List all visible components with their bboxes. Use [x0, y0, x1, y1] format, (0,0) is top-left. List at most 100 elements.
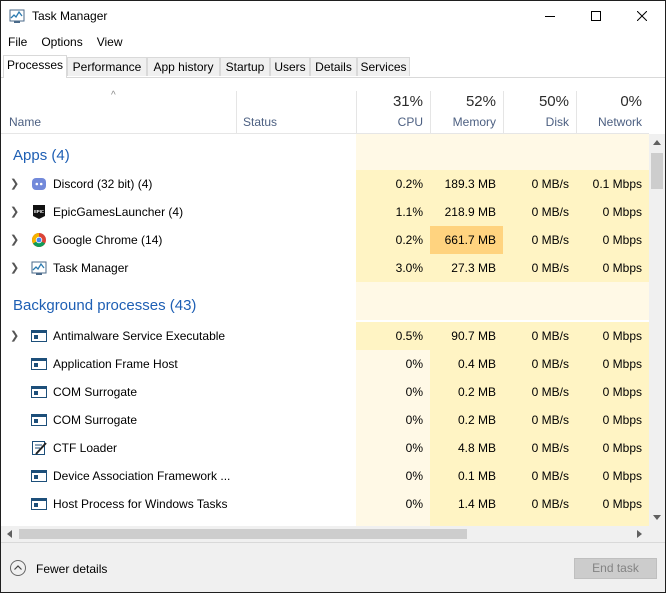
collapse-chevron-icon[interactable]	[10, 560, 26, 576]
cell-spacer	[430, 142, 503, 170]
service-window-icon	[31, 330, 47, 342]
process-row[interactable]: ❯ Antimalware Service Executable 0.5% 90…	[1, 322, 649, 350]
title-bar[interactable]: Task Manager	[1, 1, 665, 31]
column-cpu-header[interactable]: CPU	[398, 115, 423, 129]
vertical-scrollbar[interactable]	[649, 134, 665, 526]
scroll-down-icon[interactable]	[653, 515, 661, 521]
epic-games-icon: EPIC	[33, 205, 45, 219]
group-header-apps[interactable]: Apps (4)	[1, 142, 649, 170]
expand-chevron-icon[interactable]: ❯	[10, 170, 19, 198]
column-status-header[interactable]: Status	[243, 115, 277, 129]
network-total-percent[interactable]: 0%	[620, 93, 642, 110]
scroll-up-icon[interactable]	[653, 139, 661, 145]
process-name: Task Manager	[53, 261, 129, 275]
column-disk-header[interactable]: Disk	[546, 115, 569, 129]
process-name: Google Chrome (14)	[53, 233, 163, 247]
menu-view[interactable]: View	[90, 32, 130, 52]
network-value: 0 Mbps	[576, 254, 649, 282]
network-value: 0 Mbps	[576, 406, 649, 434]
column-divider[interactable]	[576, 91, 577, 133]
disk-total-percent[interactable]: 50%	[539, 93, 569, 110]
column-divider[interactable]	[503, 91, 504, 133]
tab-details[interactable]: Details	[310, 57, 357, 76]
scroll-left-icon[interactable]	[6, 530, 12, 538]
memory-value: 0.4 MB	[430, 350, 503, 378]
service-window-icon	[31, 414, 47, 426]
menu-bar: File Options View	[1, 32, 130, 52]
process-row[interactable]: Application Frame Host 0% 0.4 MB 0 MB/s …	[1, 350, 649, 378]
scroll-right-icon[interactable]	[637, 530, 643, 538]
cell-spacer	[430, 292, 503, 320]
tab-performance[interactable]: Performance	[67, 57, 147, 76]
expand-chevron-icon[interactable]: ❯	[10, 226, 19, 254]
close-button[interactable]	[619, 1, 665, 31]
disk-value: 0 MB/s	[503, 350, 576, 378]
column-memory-header[interactable]: Memory	[453, 115, 496, 129]
memory-value: 661.7 MB	[430, 226, 503, 254]
expand-chevron-icon[interactable]: ❯	[10, 322, 19, 350]
expand-chevron-icon[interactable]: ❯	[10, 254, 19, 282]
process-row[interactable]: COM Surrogate 0% 0.2 MB 0 MB/s 0 Mbps	[1, 406, 649, 434]
memory-value: 0.2 MB	[430, 406, 503, 434]
minimize-button[interactable]	[527, 1, 573, 31]
process-row[interactable]: ❯ Discord (32 bit) (4) 0.2% 189.3 MB 0 M…	[1, 170, 649, 198]
memory-value: 218.9 MB	[430, 198, 503, 226]
network-value: 0 Mbps	[576, 378, 649, 406]
cpu-total-percent[interactable]: 31%	[393, 93, 423, 110]
column-divider[interactable]	[236, 91, 237, 133]
svg-text:EPIC: EPIC	[34, 209, 44, 214]
network-value: 0.1 Mbps	[576, 170, 649, 198]
tab-users[interactable]: Users	[270, 57, 310, 76]
process-name: Discord (32 bit) (4)	[53, 177, 153, 191]
tab-app-history[interactable]: App history	[147, 57, 220, 76]
process-row[interactable]: COM Surrogate 0% 0.2 MB 0 MB/s 0 Mbps	[1, 378, 649, 406]
disk-value: 0 MB/s	[503, 254, 576, 282]
vertical-scroll-thumb[interactable]	[651, 153, 663, 189]
column-network-header[interactable]: Network	[598, 115, 642, 129]
maximize-icon	[591, 11, 601, 21]
column-name-header[interactable]: Name	[9, 115, 41, 129]
cell-spacer	[576, 282, 649, 292]
fewer-details-link[interactable]: Fewer details	[36, 562, 107, 576]
cell-spacer	[576, 292, 649, 320]
process-row[interactable]: ❯ Google Chrome (14) 0.2% 661.7 MB 0 MB/…	[1, 226, 649, 254]
tab-startup[interactable]: Startup	[220, 57, 270, 76]
memory-value: 4.8 MB	[430, 434, 503, 462]
service-window-icon	[31, 470, 47, 482]
memory-total-percent[interactable]: 52%	[466, 93, 496, 110]
disk-value: 0 MB/s	[503, 462, 576, 490]
memory-value: 90.7 MB	[430, 322, 503, 350]
column-divider[interactable]	[356, 91, 357, 133]
spacer-row	[1, 282, 649, 292]
process-row[interactable]: CTF Loader 0% 4.8 MB 0 MB/s 0 Mbps	[1, 434, 649, 462]
service-window-icon	[31, 358, 47, 370]
network-value: 0 Mbps	[576, 350, 649, 378]
cpu-value: 0%	[356, 350, 430, 378]
menu-file[interactable]: File	[1, 32, 34, 52]
maximize-button[interactable]	[573, 1, 619, 31]
disk-value: 0 MB/s	[503, 406, 576, 434]
cpu-value: 0%	[356, 434, 430, 462]
horizontal-scroll-thumb[interactable]	[19, 529, 467, 539]
expand-chevron-icon[interactable]: ❯	[10, 198, 19, 226]
cell-spacer	[356, 292, 430, 320]
disk-value: 0 MB/s	[503, 490, 576, 518]
tab-bar: Processes Performance App history Startu…	[1, 55, 665, 78]
process-row[interactable]: Host Process for Windows Tasks 0% 1.4 MB…	[1, 490, 649, 518]
cpu-value: 0.5%	[356, 322, 430, 350]
process-row[interactable]: ❯ Task Manager 3.0% 27.3 MB 0 MB/s 0 Mbp…	[1, 254, 649, 282]
process-row[interactable]: ❯ EPIC EpicGamesLauncher (4) 1.1% 218.9 …	[1, 198, 649, 226]
cell-spacer	[356, 518, 430, 526]
group-header-background[interactable]: Background processes (43)	[1, 292, 649, 320]
process-row[interactable]: Device Association Framework ... 0% 0.1 …	[1, 462, 649, 490]
column-header: ^ Name Status 31% CPU 52% Memory 50% Dis…	[1, 78, 649, 134]
disk-value: 0 MB/s	[503, 170, 576, 198]
process-row-partial[interactable]	[1, 518, 649, 526]
process-name: EpicGamesLauncher (4)	[53, 205, 184, 219]
column-divider[interactable]	[430, 91, 431, 133]
horizontal-scrollbar[interactable]	[1, 526, 649, 542]
menu-options[interactable]: Options	[34, 32, 89, 52]
tab-services[interactable]: Services	[357, 57, 410, 76]
end-task-button[interactable]: End task	[574, 558, 657, 579]
tab-processes[interactable]: Processes	[3, 55, 67, 78]
